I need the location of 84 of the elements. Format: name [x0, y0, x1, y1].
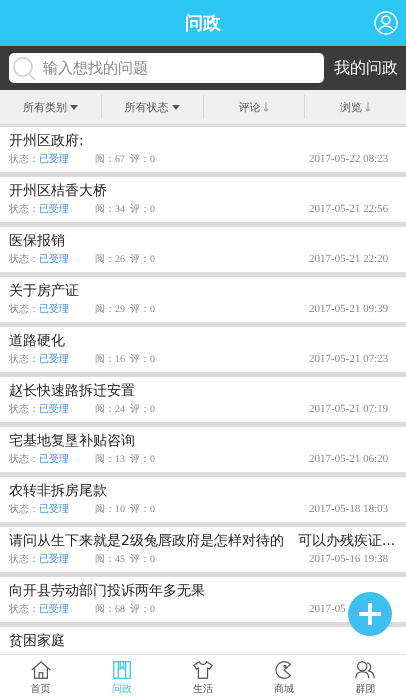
question-title: 贫困家庭	[9, 632, 66, 650]
comment-count: 评：0	[130, 253, 155, 266]
question-item[interactable]: 医保报销 状态：已受理 阅：26 评：0 2017-05-21 22:20	[0, 227, 406, 272]
nav-tab[interactable]: 群团	[324, 655, 406, 699]
view-count: 阅：26	[95, 253, 125, 266]
comment-count: 评：0	[130, 153, 155, 166]
nav-tab[interactable]: 商城	[244, 655, 325, 699]
nav-tab[interactable]: 首页	[0, 655, 82, 699]
question-item[interactable]: 农转非拆房尾款 状态：已受理 阅：10 评：0 2017-05-18 18:03	[0, 477, 406, 522]
shirt-icon	[192, 658, 214, 680]
status-text: 状态：已受理	[9, 352, 70, 366]
filter-button[interactable]: 所有状态	[100, 95, 202, 119]
view-count: 阅：67	[95, 153, 125, 166]
search-field[interactable]: 输入想找的问题	[9, 53, 324, 83]
view-count: 阅：45	[95, 553, 125, 566]
question-title: 开州区桔香大桥	[9, 182, 108, 200]
status-text: 状态：已受理	[9, 602, 70, 616]
question-title: 关于房产证	[9, 282, 80, 300]
view-count: 阅：10	[95, 503, 125, 516]
post-date: 2017-05-21 07:23	[309, 353, 390, 365]
question-item[interactable]: 贫困家庭	[0, 627, 406, 654]
post-date: 2017-05-18 18:03	[309, 503, 390, 515]
comment-count: 评：0	[130, 503, 155, 516]
view-count: 阅：13	[95, 453, 125, 466]
caret-icon	[70, 104, 78, 110]
status-text: 状态：已受理	[9, 302, 70, 316]
status-text: 状态：已受理	[9, 152, 70, 166]
comment-count: 评：0	[130, 603, 155, 616]
people-icon	[354, 658, 376, 680]
post-date: 2017-05-21 06:20	[309, 453, 390, 465]
user-icon[interactable]	[374, 11, 398, 35]
post-date: 2017-05	[309, 603, 347, 615]
post-date: 2017-05-16 19:38	[309, 553, 390, 565]
status-text: 状态：已受理	[9, 552, 70, 566]
post-date: 2017-05-21 09:39	[309, 303, 390, 315]
question-title: 医保报销	[9, 232, 66, 250]
filter-button[interactable]: 评论	[202, 95, 304, 119]
question-title: 宅基地复垦补贴咨询	[9, 432, 136, 450]
comment-count: 评：0	[130, 553, 155, 566]
status-text: 状态：已受理	[9, 402, 70, 416]
question-title: 赵长快速路拆迁安置	[9, 382, 136, 400]
home-icon	[30, 658, 52, 680]
question-item[interactable]: 关于房产证 状态：已受理 阅：29 评：0 2017-05-21 09:39	[0, 277, 406, 322]
question-item[interactable]: 请问从生下来就是2级兔唇政府是怎样对待的 可以办残疾证... 状态：已受理 阅：45 评：0 2017-05-16 19:38	[0, 527, 406, 572]
question-item[interactable]: 开州区政府: 状态：已受理 阅：67 评：0 2017-05-22 08:23	[0, 127, 406, 172]
plus-icon	[358, 602, 382, 626]
view-count: 阅：24	[95, 403, 125, 416]
post-date: 2017-05-21 22:56	[309, 203, 390, 215]
filter-button[interactable]: 浏览	[304, 95, 406, 119]
view-count: 阅：68	[95, 603, 125, 616]
question-title: 向开县劳动部门投诉两年多无果	[9, 582, 206, 600]
question-title: 请问从生下来就是2级兔唇政府是怎样对待的 可以办残疾证...	[9, 532, 396, 550]
view-count: 阅：16	[95, 353, 125, 366]
question-title: 农转非拆房尾款	[9, 482, 108, 500]
comment-count: 评：0	[130, 403, 155, 416]
page-title: 问政	[185, 12, 221, 35]
my-questions-link[interactable]: 我的问政	[334, 58, 398, 78]
status-text: 状态：已受理	[9, 252, 70, 266]
question-item[interactable]: 开州区桔香大桥 状态：已受理 阅：34 评：0 2017-05-21 22:56	[0, 177, 406, 222]
down-arrow-icon	[263, 102, 270, 112]
nav-tab[interactable]: 生活	[162, 655, 244, 699]
comment-count: 评：0	[130, 353, 155, 366]
view-count: 阅：34	[95, 203, 125, 216]
status-text: 状态：已受理	[9, 202, 70, 216]
status-text: 状态：已受理	[9, 502, 70, 516]
question-item[interactable]: 向开县劳动部门投诉两年多无果 状态：已受理 阅：68 评：0 2017-05	[0, 577, 406, 622]
comment-count: 评：0	[130, 203, 155, 216]
search-icon	[11, 55, 37, 81]
comment-count: 评：0	[130, 303, 155, 316]
view-count: 阅：29	[95, 303, 125, 316]
question-title: 开州区政府:	[9, 132, 85, 150]
comment-count: 评：0	[130, 453, 155, 466]
question-item[interactable]: 赵长快速路拆迁安置 状态：已受理 阅：24 评：0 2017-05-21 07:19	[0, 377, 406, 422]
post-date: 2017-05-21 22:20	[309, 253, 390, 265]
book-icon	[110, 658, 133, 680]
post-date: 2017-05-22 08:23	[309, 153, 390, 165]
down-arrow-icon	[365, 102, 372, 112]
question-item[interactable]: 宅基地复垦补贴咨询 状态：已受理 阅：13 评：0 2017-05-21 06:20	[0, 427, 406, 472]
question-title: 道路硬化	[9, 332, 66, 350]
filter-button[interactable]: 所有类别	[0, 95, 101, 119]
caret-icon	[172, 104, 180, 110]
question-item[interactable]: 道路硬化 状态：已受理 阅：16 评：0 2017-05-21 07:23	[0, 327, 406, 372]
status-text: 状态：已受理	[9, 452, 70, 466]
post-date: 2017-05-21 07:19	[309, 403, 390, 415]
